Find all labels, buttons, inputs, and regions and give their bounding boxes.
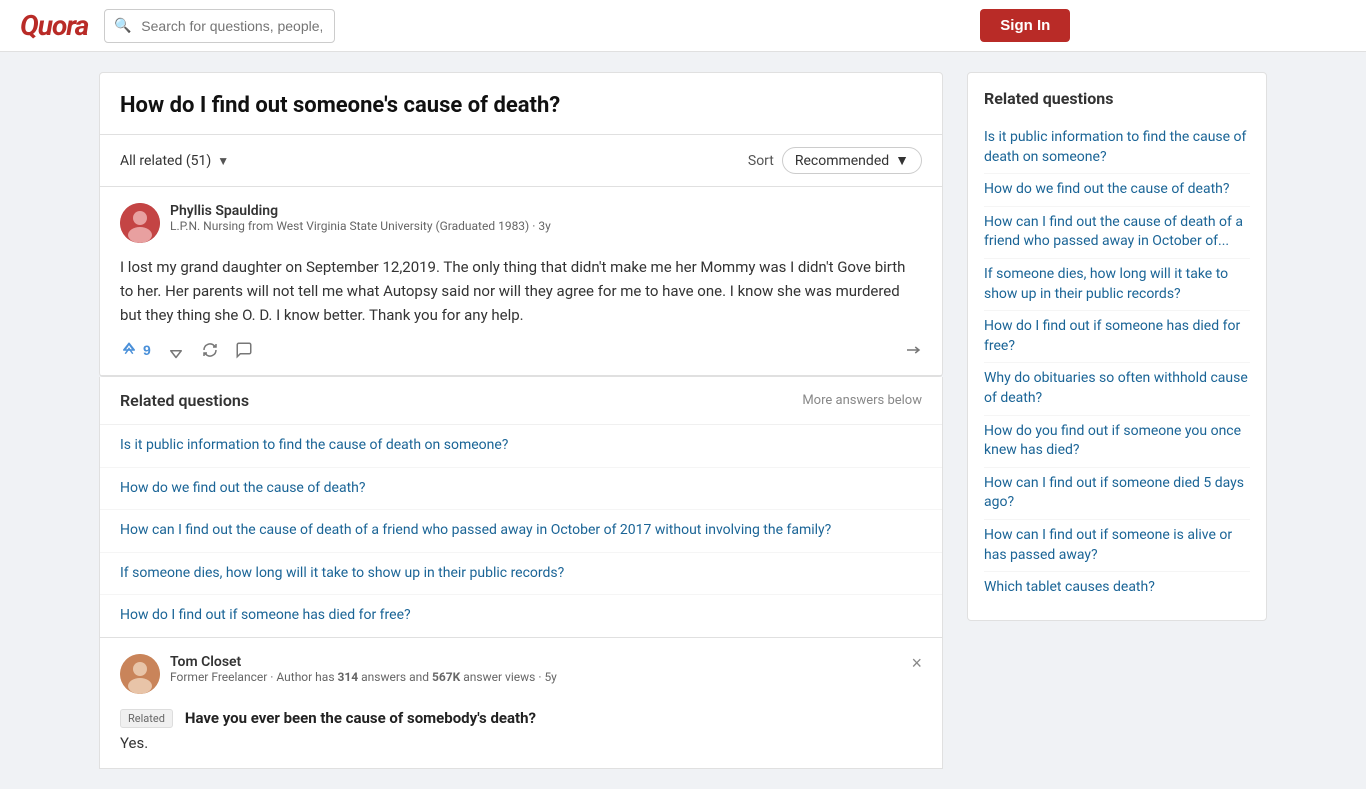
sort-area: Sort Recommended ▼ <box>748 147 922 174</box>
related-link-3[interactable]: If someone dies, how long will it take t… <box>100 553 942 596</box>
main-container: How do I find out someone's cause of dea… <box>83 52 1283 789</box>
share-button[interactable] <box>904 341 922 359</box>
upvote-button[interactable]: 9 <box>120 341 151 359</box>
refresh-icon <box>201 341 219 359</box>
related-link-0[interactable]: Is it public information to find the cau… <box>100 425 942 468</box>
search-input[interactable] <box>104 9 335 43</box>
filter-bar: All related (51) ▼ Sort Recommended ▼ <box>100 135 942 187</box>
author-name: Phyllis Spaulding <box>170 203 922 219</box>
related-header: Related questions More answers below <box>100 377 942 425</box>
related-questions-card: Related questions More answers below Is … <box>99 377 943 638</box>
author-info: Phyllis Spaulding L.P.N. Nursing from We… <box>170 203 922 233</box>
downvote-button[interactable] <box>167 341 185 359</box>
tom-author-bio: Former Freelancer · Author has 314 answe… <box>170 670 557 684</box>
upvote-count: 9 <box>143 342 151 358</box>
sidebar-card: Related questions Is it public informati… <box>967 72 1267 621</box>
tom-avatar-image <box>120 654 160 694</box>
sort-value: Recommended <box>795 153 889 169</box>
chevron-down-icon: ▼ <box>217 154 229 168</box>
related-link-4[interactable]: How do I find out if someone has died fo… <box>100 595 942 637</box>
search-wrapper: 🔍 <box>104 9 964 43</box>
share-icon <box>904 341 922 359</box>
author-bio: L.P.N. Nursing from West Virginia State … <box>170 219 922 233</box>
sidebar-link-3[interactable]: If someone dies, how long will it take t… <box>984 259 1250 311</box>
tom-author-info: Tom Closet Former Freelancer · Author ha… <box>170 654 557 684</box>
all-related-label: All related (51) <box>120 153 211 169</box>
related-link-2[interactable]: How can I find out the cause of death of… <box>100 510 942 553</box>
sidebar: Related questions Is it public informati… <box>967 72 1267 621</box>
comment-button[interactable] <box>235 341 253 359</box>
sidebar-link-0[interactable]: Is it public information to find the cau… <box>984 122 1250 174</box>
related-badge: Related <box>120 709 173 728</box>
avatar <box>120 654 160 694</box>
sidebar-title: Related questions <box>984 89 1250 108</box>
downvote-icon <box>167 341 185 359</box>
action-bar: 9 <box>120 341 922 359</box>
related-question-row: Related Have you ever been the cause of … <box>120 708 922 728</box>
quora-logo: Quora <box>20 9 88 42</box>
sort-label: Sort <box>748 153 774 169</box>
sidebar-link-7[interactable]: How can I find out if someone died 5 day… <box>984 468 1250 520</box>
tom-author-row: Tom Closet Former Freelancer · Author ha… <box>120 654 557 694</box>
author-row: Phyllis Spaulding L.P.N. Nursing from We… <box>120 203 922 243</box>
sidebar-link-9[interactable]: Which tablet causes death? <box>984 572 1250 604</box>
tom-answer-header: Tom Closet Former Freelancer · Author ha… <box>120 654 922 700</box>
all-related-filter[interactable]: All related (51) ▼ <box>120 153 229 169</box>
sidebar-link-5[interactable]: Why do obituaries so often withhold caus… <box>984 363 1250 415</box>
tom-answer-text: Yes. <box>120 734 922 752</box>
sidebar-link-8[interactable]: How can I find out if someone is alive o… <box>984 520 1250 572</box>
answer-text: I lost my grand daughter on September 12… <box>120 255 922 327</box>
sidebar-link-2[interactable]: How can I find out the cause of death of… <box>984 207 1250 259</box>
upvote-icon <box>120 341 138 359</box>
search-icon: 🔍 <box>114 18 131 34</box>
answer-card-tom: Tom Closet Former Freelancer · Author ha… <box>99 638 943 769</box>
header: Quora 🔍 Sign In <box>0 0 1366 52</box>
related-question-inline: Have you ever been the cause of somebody… <box>185 709 536 727</box>
sidebar-link-1[interactable]: How do we find out the cause of death? <box>984 174 1250 207</box>
tom-author-name: Tom Closet <box>170 654 557 670</box>
main-column: How do I find out someone's cause of dea… <box>99 72 943 769</box>
sort-dropdown[interactable]: Recommended ▼ <box>782 147 922 174</box>
refresh-button[interactable] <box>201 341 219 359</box>
comment-icon <box>235 341 253 359</box>
related-link-1[interactable]: How do we find out the cause of death? <box>100 468 942 511</box>
avatar-image <box>120 203 160 243</box>
close-button[interactable]: × <box>911 654 922 672</box>
sidebar-link-6[interactable]: How do you find out if someone you once … <box>984 416 1250 468</box>
more-answers-label: More answers below <box>802 393 922 408</box>
sign-in-button[interactable]: Sign In <box>980 9 1070 42</box>
sidebar-link-4[interactable]: How do I find out if someone has died fo… <box>984 311 1250 363</box>
answer-card-phyllis: Phyllis Spaulding L.P.N. Nursing from We… <box>100 187 942 376</box>
question-title: How do I find out someone's cause of dea… <box>100 73 942 135</box>
avatar <box>120 203 160 243</box>
question-card: How do I find out someone's cause of dea… <box>99 72 943 377</box>
chevron-down-icon: ▼ <box>895 152 909 169</box>
related-questions-title: Related questions <box>120 391 249 410</box>
